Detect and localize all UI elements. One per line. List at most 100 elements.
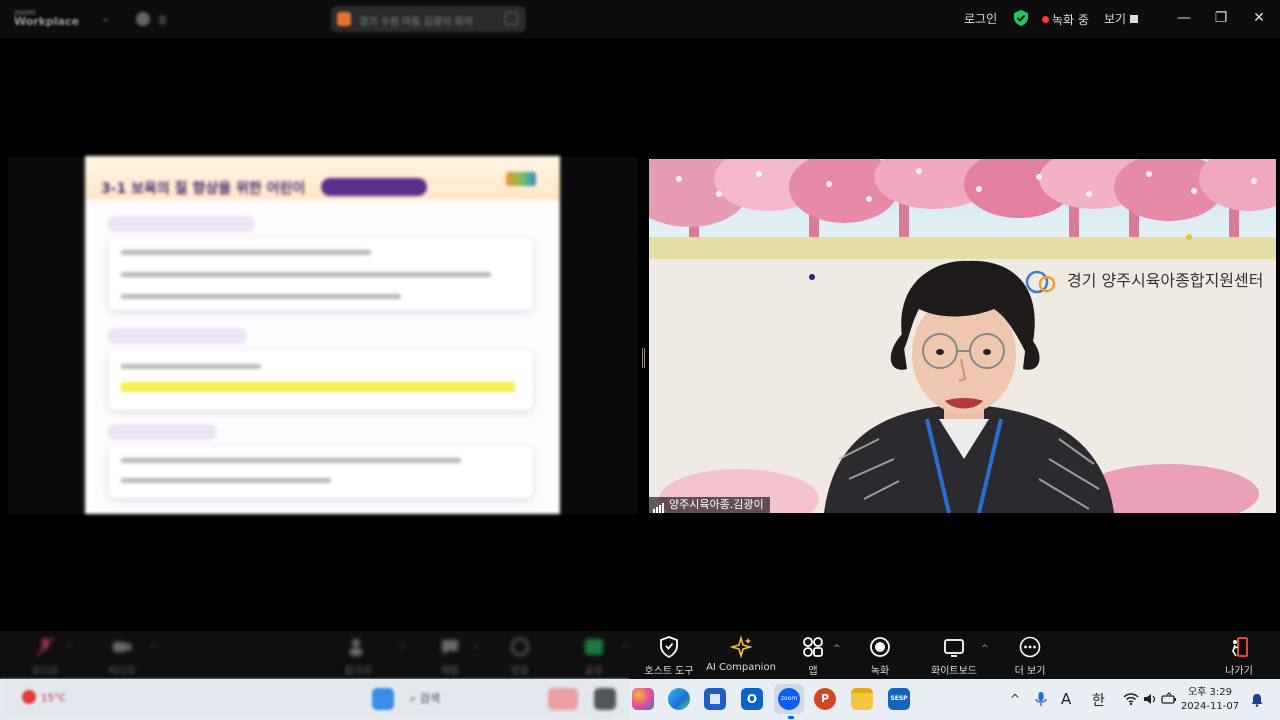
- chat-label: 채팅: [440, 666, 460, 677]
- meeting-icon: [337, 12, 351, 26]
- sesp-icon[interactable]: SESP: [888, 688, 910, 710]
- video-options-caret[interactable]: ^: [148, 644, 156, 654]
- view-button[interactable]: 보기: [1104, 10, 1139, 27]
- whiteboard-label: 화이트보드: [931, 666, 977, 677]
- reactions-icon: [511, 638, 529, 656]
- meeting-info-pill[interactable]: 경기 수원 아동 김광이 회의: [331, 6, 526, 32]
- weather-widget[interactable]: 15°C: [22, 686, 66, 705]
- copilot-icon[interactable]: [632, 688, 654, 710]
- search-label: 검색: [419, 692, 440, 705]
- edge-icon[interactable]: [668, 688, 690, 710]
- participants-options-caret[interactable]: ^: [398, 644, 406, 654]
- security-shield-icon[interactable]: [1014, 10, 1028, 26]
- outlook-icon[interactable]: O: [741, 688, 763, 710]
- audio-button[interactable]: 오디오: [28, 636, 62, 677]
- notification-bell-icon[interactable]: [1250, 693, 1264, 707]
- slide-title: 3-1 보육의 질 향상을 위한 어린이: [101, 181, 306, 197]
- participants-button[interactable]: 참가자: [340, 636, 376, 677]
- whiteboard-options-caret[interactable]: ^: [981, 644, 989, 654]
- participant-name-bar: 양주시육아종.김광이: [649, 497, 770, 513]
- chat-button[interactable]: 채팅: [434, 636, 466, 677]
- leave-button[interactable]: 나가기: [1222, 636, 1256, 677]
- video-button[interactable]: 비디오: [104, 636, 140, 677]
- taskbar-clock[interactable]: 오후 3:29 2024-11-07: [1180, 686, 1240, 714]
- ai-companion-label: AI Companion: [706, 662, 776, 673]
- split-view-handle[interactable]: [642, 348, 645, 368]
- hangul-mode[interactable]: 한: [1092, 690, 1105, 710]
- start-icon[interactable]: [372, 688, 394, 710]
- leave-label: 나가기: [1225, 666, 1253, 677]
- tray-overflow-icon[interactable]: ^: [1010, 692, 1020, 706]
- brand-big: Workplace: [14, 15, 80, 28]
- slide-header: 3-1 보육의 질 향상을 위한 어린이: [85, 156, 560, 200]
- task-view-icon[interactable]: [594, 688, 616, 710]
- slide-badge: [321, 178, 427, 196]
- chat-options-caret[interactable]: ^: [472, 644, 480, 654]
- reactions-label: 반응: [510, 666, 530, 677]
- meeting-topic: 경기 수원 아동 김광이 회의: [359, 17, 473, 28]
- powerpoint-icon[interactable]: P: [814, 688, 836, 710]
- clock-time: 오후 3:29: [1187, 687, 1233, 698]
- recording-label: 녹화 중: [1052, 13, 1089, 27]
- apps-options-caret[interactable]: ^: [833, 644, 841, 654]
- login-button[interactable]: 로그인: [964, 10, 997, 27]
- whiteboard-button[interactable]: 화이트보드: [926, 636, 982, 677]
- close-button[interactable]: ✕: [1247, 6, 1271, 30]
- view-icon: [1130, 15, 1139, 23]
- weather-icon: [22, 689, 36, 704]
- ime-mode[interactable]: A: [1061, 690, 1071, 708]
- host-shield-icon: [660, 636, 678, 658]
- leave-icon: [1232, 637, 1248, 657]
- store-icon[interactable]: [704, 688, 726, 710]
- home-icon[interactable]: [136, 12, 150, 26]
- home-label[interactable]: 홈: [158, 12, 167, 27]
- app-brand: zoom Workplace: [14, 8, 80, 28]
- ai-sparkle-icon: [730, 636, 752, 658]
- share-button[interactable]: 공유: [578, 636, 610, 677]
- recording-dot-icon: [1042, 16, 1049, 23]
- audio-label: 오디오: [31, 666, 59, 677]
- recording-indicator[interactable]: 녹화 중: [1042, 11, 1089, 28]
- ai-companion-button[interactable]: AI Companion: [706, 636, 776, 673]
- more-button[interactable]: 더 보기: [1012, 636, 1048, 677]
- audio-options-caret[interactable]: ^: [66, 644, 74, 654]
- apps-icon: [803, 637, 823, 657]
- clock-date: 2024-11-07: [1180, 701, 1240, 712]
- file-explorer-icon[interactable]: [851, 688, 873, 710]
- microphone-icon[interactable]: [1034, 691, 1048, 707]
- host-tools-button[interactable]: 호스트 도구: [640, 636, 698, 677]
- speaker-icon[interactable]: [1143, 692, 1157, 706]
- share-screen-icon: [585, 639, 603, 655]
- widgets-icon[interactable]: [548, 688, 578, 710]
- slide-box: [109, 350, 533, 410]
- battery-icon[interactable]: [1161, 692, 1177, 706]
- share-label: 공유: [584, 666, 604, 677]
- share-options-caret[interactable]: ^: [620, 644, 628, 654]
- taskbar-search[interactable]: ⌕ 검색: [410, 690, 440, 706]
- apps-button[interactable]: 앱: [800, 636, 826, 677]
- video-label: 비디오: [108, 666, 136, 677]
- chevron-down-icon[interactable]: ⌄: [101, 11, 110, 24]
- active-indicator: [788, 716, 794, 719]
- microphone-muted-icon: [36, 637, 54, 657]
- whiteboard-icon: [944, 639, 964, 657]
- apps-label: 앱: [808, 666, 818, 677]
- highlighted-line: [121, 382, 515, 392]
- taskbar-blurred-region: [0, 679, 629, 720]
- slide-section-heading: [107, 424, 217, 440]
- slide-logo: [506, 172, 536, 186]
- record-icon: [870, 637, 890, 657]
- sesp-label: SESP: [890, 695, 908, 702]
- signal-strength-icon: [653, 497, 665, 513]
- wifi-icon[interactable]: [1123, 692, 1139, 706]
- reactions-button[interactable]: 반응: [504, 636, 536, 677]
- zoom-icon[interactable]: zoom: [778, 688, 800, 710]
- copy-icon[interactable]: [505, 12, 518, 25]
- video-frame: 경기 양주시육아종합지원센터: [649, 159, 1276, 513]
- record-button[interactable]: 녹화: [866, 636, 894, 677]
- minimize-button[interactable]: —: [1172, 6, 1196, 30]
- shared-slide: 3-1 보육의 질 향상을 위한 어린이: [85, 156, 560, 514]
- maximize-button[interactable]: ❐: [1209, 6, 1233, 30]
- video-camera-icon: [113, 642, 131, 652]
- participant-video[interactable]: 경기 양주시육아종합지원센터: [649, 159, 1276, 513]
